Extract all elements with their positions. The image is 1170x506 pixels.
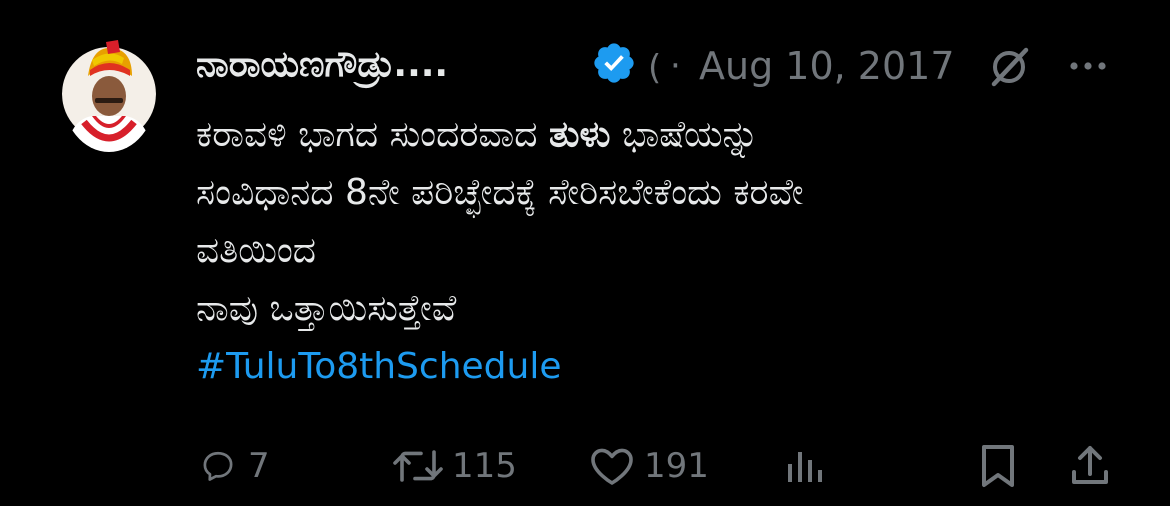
bookmark-button[interactable] <box>978 436 1018 496</box>
more-icon[interactable] <box>1062 46 1114 86</box>
share-icon <box>1072 446 1108 484</box>
like-button[interactable]: 191 <box>588 436 709 496</box>
display-name[interactable]: ನಾರಾಯಣಗೌಡ್ರು.... <box>196 44 448 86</box>
retweet-count: 115 <box>452 446 517 486</box>
like-icon <box>591 448 633 485</box>
tweet-text-bold: ತುಳು <box>548 114 611 155</box>
grok-icon[interactable] <box>986 44 1032 90</box>
views-button[interactable] <box>784 436 824 496</box>
tweet-line-4: ನಾವು ಒತ್ತಾಯಿಸುತ್ತೇವೆ <box>196 288 457 329</box>
separator-dot: · <box>670 46 681 86</box>
tweet-header: ನಾರಾಯಣಗೌಡ್ರು.... ( · Aug 10, 2017 <box>196 38 1136 94</box>
avatar[interactable] <box>62 36 156 152</box>
tweet-date[interactable]: Aug 10, 2017 <box>699 44 955 88</box>
reply-count: 7 <box>248 446 270 486</box>
bookmark-icon <box>982 445 1014 487</box>
reply-icon <box>203 451 233 481</box>
tweet-line-3: ವತಿಯಿಂದ <box>196 230 317 271</box>
handle[interactable]: ( <box>648 48 661 88</box>
tweet-text-segment: ಕರಾವಳಿ ಭಾಗದ ಸುಂದರವಾದ <box>196 114 549 155</box>
verified-badge-icon <box>594 43 634 83</box>
avatar-image <box>62 36 156 152</box>
tweet-line-2: ಸಂವಿಧಾನದ 8ನೇ ಪರಿಚ್ಛೇದಕ್ಕೆ ಸೇರಿಸಬೇಕೆಂದು ಕ… <box>196 172 804 213</box>
retweet-icon <box>393 450 443 482</box>
tweet-text: ಕರಾವಳಿ ಭಾಗದ ಸುಂದರವಾದ ತುಳು ಭಾಷೆಯನ್ನು ಸಂವಿ… <box>196 106 1136 396</box>
retweet-button[interactable]: 115 <box>390 436 517 496</box>
tweet-text-segment: ಭಾಷೆಯನ್ನು <box>610 114 759 155</box>
hashtag-link[interactable]: #TuluTo8thSchedule <box>196 338 1136 396</box>
share-button[interactable] <box>1070 436 1110 496</box>
reply-button[interactable]: 7 <box>200 436 270 496</box>
action-bar: 7 115 191 <box>196 436 1126 496</box>
tweet-line-1: ಕರಾವಳಿ ಭಾಗದ ಸುಂದರವಾದ ತುಳು ಭಾಷೆಯನ್ನು <box>196 106 1136 164</box>
views-icon <box>788 452 822 482</box>
like-count: 191 <box>644 446 709 486</box>
